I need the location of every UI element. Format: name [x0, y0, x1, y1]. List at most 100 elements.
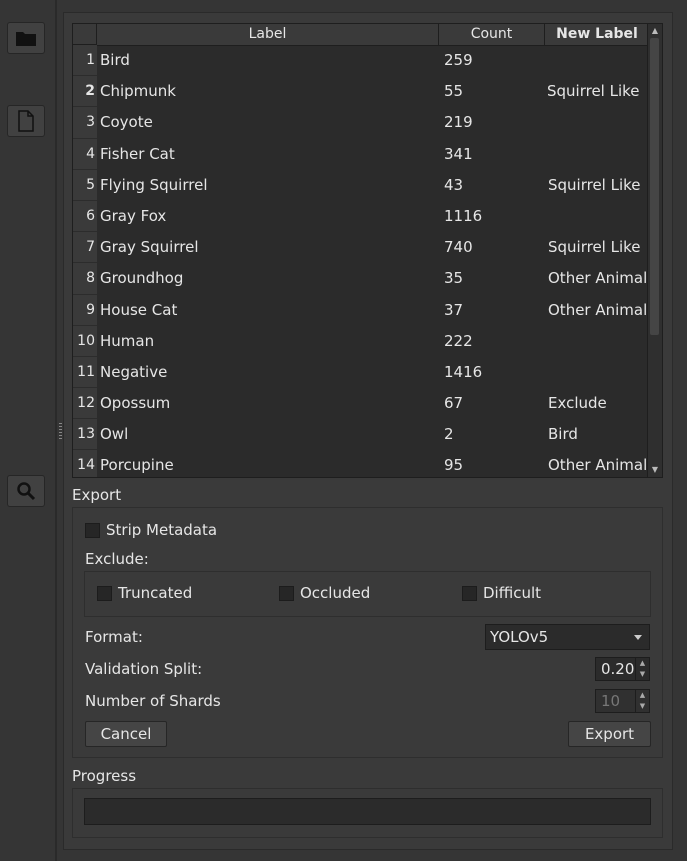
cell-label[interactable]: Bird: [100, 45, 130, 76]
row-header-column: 1 2 3 4 5 6 7 8 9 10 11 12 13 14: [73, 45, 97, 477]
cell-count[interactable]: 35: [444, 263, 463, 294]
strip-metadata-checkbox[interactable]: Strip Metadata: [85, 521, 217, 539]
validation-split-spinbox[interactable]: 0.20 ▲ ▼: [595, 657, 650, 681]
cell-count[interactable]: 1116: [444, 201, 482, 232]
spin-down-icon[interactable]: ▼: [636, 669, 649, 680]
cell-count[interactable]: 1416: [444, 357, 482, 388]
row-number[interactable]: 6: [73, 200, 97, 233]
scrollbar-thumb[interactable]: [650, 38, 659, 335]
table-row[interactable]: Negative 1416: [97, 357, 649, 388]
cell-label[interactable]: Flying Squirrel: [100, 170, 208, 201]
row-number[interactable]: 7: [73, 232, 97, 264]
cell-count[interactable]: 67: [444, 388, 463, 419]
splitter-handle[interactable]: [59, 423, 62, 441]
row-number[interactable]: 3: [73, 107, 97, 139]
spin-buttons: ▲ ▼: [635, 690, 649, 712]
checkbox-box[interactable]: [97, 585, 112, 601]
cell-label[interactable]: Chipmunk: [100, 76, 176, 107]
cell-label[interactable]: Opossum: [100, 388, 170, 419]
cell-new-label[interactable]: Squirrel Like: [548, 170, 641, 201]
checkbox-box[interactable]: [279, 585, 294, 601]
open-folder-button[interactable]: [7, 22, 45, 54]
cell-new-label[interactable]: Bird: [548, 419, 578, 450]
cell-new-label[interactable]: Exclude: [548, 388, 607, 419]
cell-label[interactable]: Groundhog: [100, 263, 183, 294]
spin-up-icon[interactable]: ▲: [636, 658, 649, 669]
cell-new-label[interactable]: Other Animal: [548, 450, 647, 477]
cancel-button[interactable]: Cancel: [85, 721, 167, 747]
truncated-checkbox[interactable]: Truncated: [97, 584, 192, 602]
table-row[interactable]: Bird 259: [97, 45, 649, 76]
scroll-down-icon[interactable]: ▼: [648, 463, 662, 477]
row-number[interactable]: 13: [73, 419, 97, 451]
row-number[interactable]: 2: [73, 76, 97, 108]
cell-label[interactable]: Gray Squirrel: [100, 232, 198, 263]
table-row[interactable]: Human 222: [97, 326, 649, 357]
table-row[interactable]: House Cat 37 Other Animal: [97, 295, 649, 326]
cell-label[interactable]: Gray Fox: [100, 201, 166, 232]
scroll-up-icon[interactable]: ▲: [648, 24, 662, 38]
panel-separator: [55, 0, 57, 861]
occluded-checkbox[interactable]: Occluded: [279, 584, 370, 602]
row-number[interactable]: 1: [73, 45, 97, 77]
table-row[interactable]: Porcupine 95 Other Animal: [97, 450, 649, 477]
cell-count[interactable]: 219: [444, 107, 473, 138]
cell-label[interactable]: House Cat: [100, 295, 177, 326]
cell-new-label[interactable]: Other Animal: [548, 295, 647, 326]
difficult-checkbox[interactable]: Difficult: [462, 584, 541, 602]
table-row[interactable]: Owl 2 Bird: [97, 419, 649, 450]
cell-new-label[interactable]: Squirrel Like: [547, 76, 640, 107]
cell-count[interactable]: 43: [444, 170, 463, 201]
table-row[interactable]: Gray Fox 1116: [97, 201, 649, 232]
row-number[interactable]: 10: [73, 325, 97, 357]
checkbox-box[interactable]: [85, 522, 100, 538]
cell-count[interactable]: 259: [444, 45, 473, 76]
row-number[interactable]: 12: [73, 388, 97, 420]
cell-label[interactable]: Fisher Cat: [100, 139, 175, 170]
cell-new-label[interactable]: Other Animal: [548, 263, 647, 294]
cell-count[interactable]: 95: [444, 450, 463, 477]
table-row[interactable]: Gray Squirrel 740 Squirrel Like: [97, 232, 649, 263]
open-file-button[interactable]: [7, 105, 45, 137]
cell-label[interactable]: Coyote: [100, 107, 153, 138]
table-scrollbar[interactable]: ▲ ▼: [647, 24, 662, 477]
cell-count[interactable]: 222: [444, 326, 473, 357]
occluded-label: Occluded: [300, 584, 371, 602]
header-count[interactable]: Count: [439, 24, 545, 45]
spin-buttons[interactable]: ▲ ▼: [635, 658, 649, 680]
table-row[interactable]: Groundhog 35 Other Animal: [97, 263, 649, 294]
cell-count[interactable]: 55: [444, 76, 463, 107]
row-number[interactable]: 5: [73, 169, 97, 201]
table-row[interactable]: Chipmunk 55 Squirrel Like: [97, 76, 649, 107]
cell-label[interactable]: Porcupine: [100, 450, 174, 477]
format-select[interactable]: YOLOv5: [485, 624, 650, 650]
header-label[interactable]: Label: [97, 24, 439, 45]
header-new-label[interactable]: New Label: [545, 24, 649, 45]
spin-up-icon: ▲: [639, 691, 646, 699]
cell-new-label[interactable]: Squirrel Like: [548, 232, 641, 263]
validation-split-value: 0.20: [601, 660, 635, 678]
cell-count[interactable]: 37: [444, 295, 463, 326]
validation-split-label: Validation Split:: [85, 660, 203, 678]
cell-count[interactable]: 341: [444, 139, 473, 170]
export-button[interactable]: Export: [568, 721, 651, 747]
table-row[interactable]: Fisher Cat 341: [97, 139, 649, 170]
cell-count[interactable]: 2: [444, 419, 454, 450]
table-header: Label Count New Label: [97, 24, 649, 46]
checkbox-box[interactable]: [462, 585, 477, 601]
shards-spinbox: 10 ▲ ▼: [595, 689, 650, 713]
table-row[interactable]: Opossum 67 Exclude: [97, 388, 649, 419]
table-row[interactable]: Flying Squirrel 43 Squirrel Like: [97, 170, 649, 201]
row-number[interactable]: 11: [73, 356, 97, 389]
table-row[interactable]: Coyote 219: [97, 107, 649, 138]
cell-label[interactable]: Negative: [100, 357, 167, 388]
file-icon: [18, 110, 34, 132]
row-number[interactable]: 8: [73, 263, 97, 295]
cell-label[interactable]: Owl: [100, 419, 128, 450]
cell-count[interactable]: 740: [444, 232, 473, 263]
cell-label[interactable]: Human: [100, 326, 154, 357]
row-number[interactable]: 9: [73, 294, 97, 326]
row-number[interactable]: 4: [73, 138, 97, 170]
row-number[interactable]: 14: [73, 450, 97, 477]
search-button[interactable]: [7, 475, 45, 507]
